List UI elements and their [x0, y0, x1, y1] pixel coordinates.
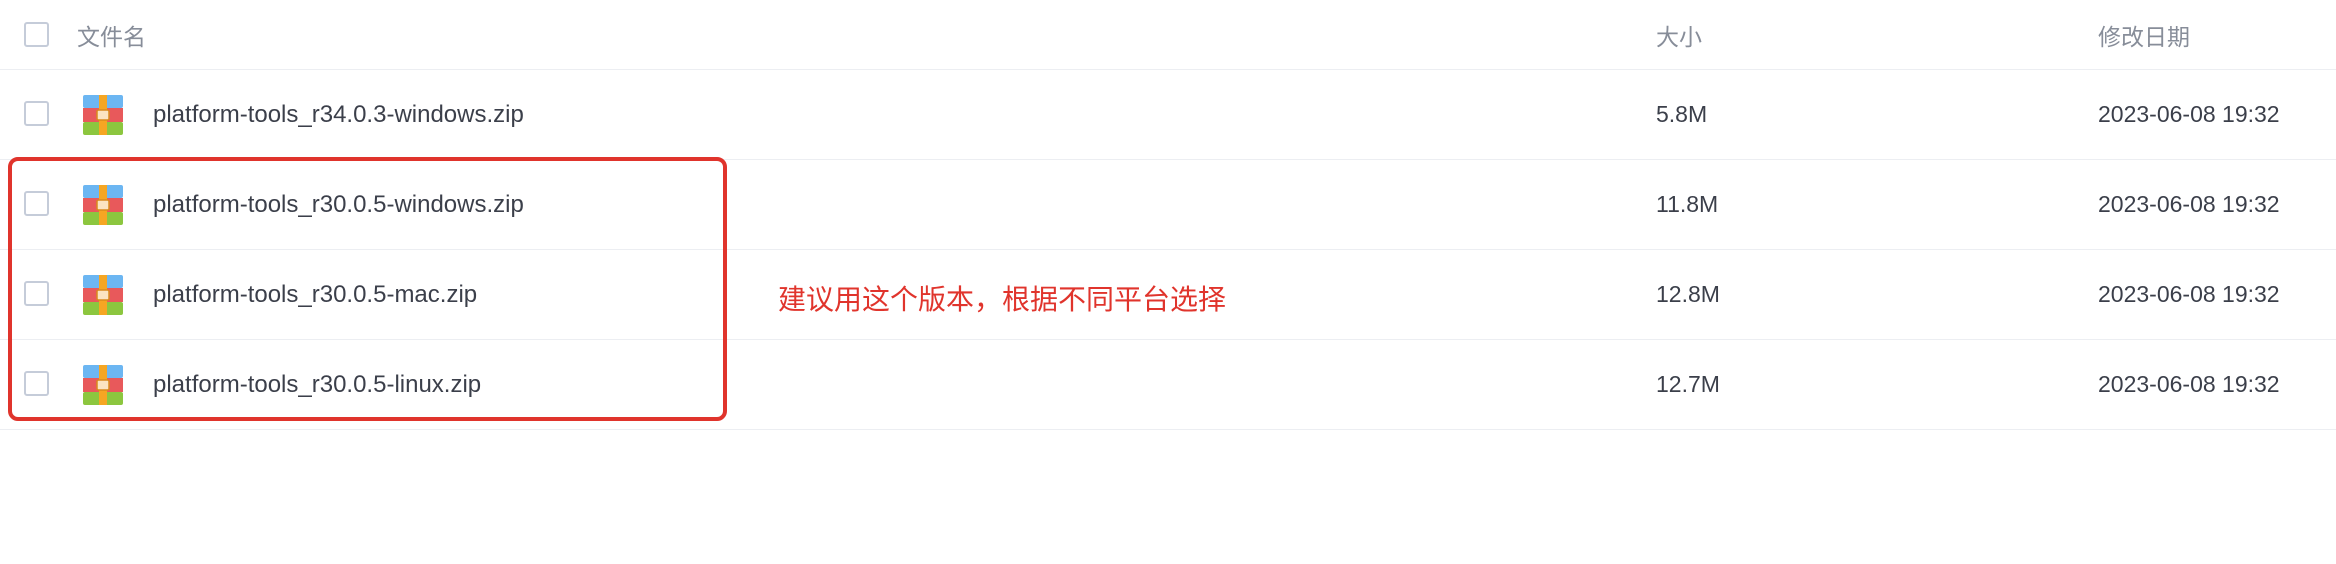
file-modified-date: 2023-06-08 19:32 [2098, 101, 2280, 127]
file-name-link[interactable]: platform-tools_r30.0.5-linux.zip [153, 340, 481, 429]
column-header-size[interactable]: 大小 [1656, 0, 1702, 69]
file-modified-date: 2023-06-08 19:32 [2098, 371, 2280, 397]
file-size: 5.8M [1656, 101, 1708, 127]
table-header: 文件名 大小 修改日期 [0, 0, 2336, 70]
row-checkbox[interactable] [24, 190, 49, 216]
archive-zip-icon [83, 94, 123, 135]
table-row[interactable]: platform-tools_r30.0.5-linux.zip 12.7M 2… [0, 340, 2336, 430]
file-name-link[interactable]: platform-tools_r30.0.5-mac.zip [153, 250, 477, 339]
file-name-link[interactable]: platform-tools_r34.0.3-windows.zip [153, 70, 524, 159]
archive-zip-icon [83, 364, 123, 405]
column-header-name[interactable]: 文件名 [77, 0, 146, 69]
column-header-date[interactable]: 修改日期 [2098, 0, 2190, 69]
select-all-checkbox[interactable] [24, 21, 49, 47]
row-checkbox[interactable] [24, 370, 49, 396]
table-row[interactable]: platform-tools_r34.0.3-windows.zip 5.8M … [0, 70, 2336, 160]
table-row[interactable]: platform-tools_r30.0.5-windows.zip 11.8M… [0, 160, 2336, 250]
annotation-text: 建议用这个版本，根据不同平台选择 [778, 284, 1227, 315]
file-name-link[interactable]: platform-tools_r30.0.5-windows.zip [153, 160, 524, 249]
file-modified-date: 2023-06-08 19:32 [2098, 281, 2280, 307]
file-size: 12.8M [1656, 281, 1720, 307]
archive-zip-icon [83, 274, 123, 315]
archive-zip-icon [83, 184, 123, 225]
file-size: 12.7M [1656, 371, 1720, 397]
row-checkbox[interactable] [24, 100, 49, 126]
row-checkbox[interactable] [24, 280, 49, 306]
file-size: 11.8M [1656, 191, 1719, 217]
file-list-table: 文件名 大小 修改日期 platform-tools_r34.0.3-windo… [0, 0, 2336, 430]
file-modified-date: 2023-06-08 19:32 [2098, 191, 2280, 217]
